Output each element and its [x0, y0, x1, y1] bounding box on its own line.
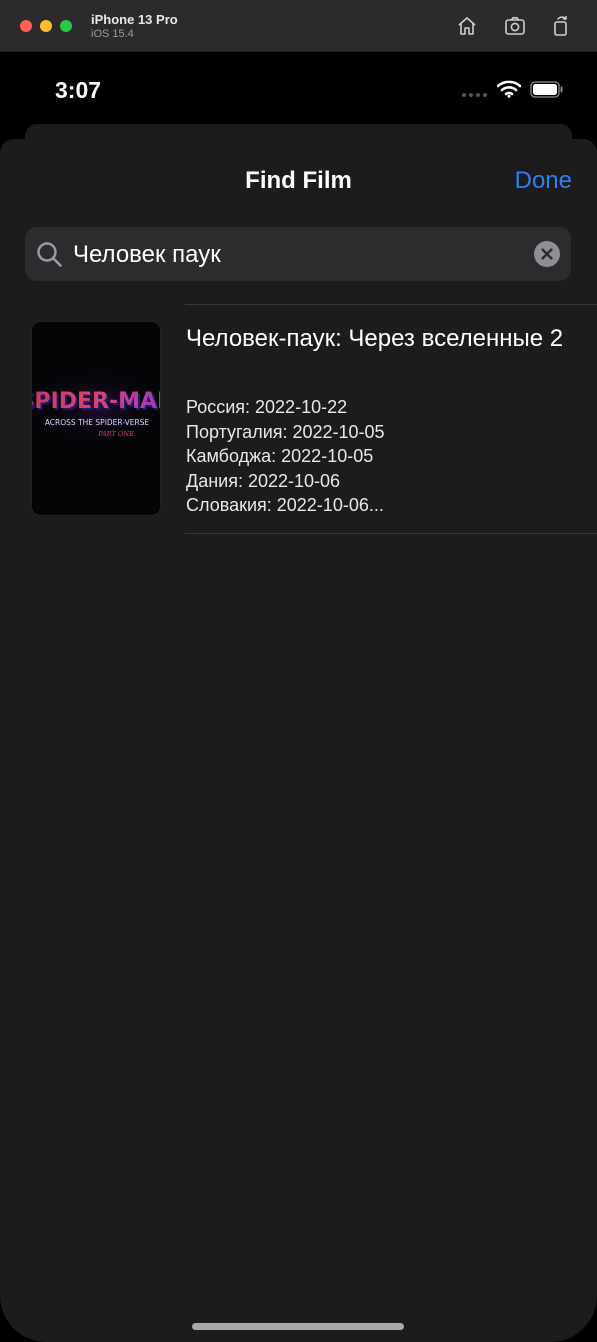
search-input[interactable]: Человек паук	[73, 241, 221, 269]
release-dates-list: Россия: 2022-10-22 Португалия: 2022-10-0…	[186, 395, 385, 518]
release-date-item: Словакия: 2022-10-06...	[186, 495, 384, 515]
screenshot-icon[interactable]	[503, 14, 527, 38]
device-name: iPhone 13 Pro	[91, 12, 178, 27]
search-field[interactable]: Человек паук	[25, 227, 571, 281]
simulator-titlebar: iPhone 13 Pro iOS 15.4	[0, 0, 597, 52]
home-indicator[interactable]	[192, 1323, 404, 1330]
release-date-item: Камбоджа: 2022-10-05	[186, 446, 374, 466]
poster-part-text: PART ONE	[97, 430, 134, 438]
wifi-icon	[496, 80, 522, 98]
film-result-row[interactable]: SPIDER-MAN SPIDER-MAN ACROSS THE SPIDER-…	[0, 305, 597, 533]
find-film-sheet: Find Film Done Человек паук PIDER-MA PID…	[0, 139, 597, 1342]
release-date-item: Португалия: 2022-10-05	[186, 421, 385, 442]
release-date-item: Россия: 2022-10-22	[186, 397, 348, 417]
battery-icon	[530, 81, 564, 98]
film-poster-image: SPIDER-MAN SPIDER-MAN ACROSS THE SPIDER-…	[31, 321, 161, 516]
device-os-version: iOS 15.4	[91, 28, 134, 40]
close-window-button[interactable]	[20, 20, 32, 32]
row-separator	[185, 533, 597, 534]
minimize-window-button[interactable]	[40, 20, 52, 32]
rotate-icon[interactable]	[549, 14, 573, 38]
poster-subtitle-text: ACROSS THE SPIDER-VERSE	[45, 418, 150, 427]
poster-logo-text: SPIDER-MAN	[32, 389, 161, 414]
film-title: Человек-паук: Через вселенные 2	[186, 325, 564, 352]
done-button[interactable]: Done	[515, 167, 572, 195]
home-icon[interactable]	[455, 14, 479, 38]
simulator-window: iPhone 13 Pro iOS 15.4 3:07 Find Film Do…	[0, 0, 597, 1342]
clear-search-icon[interactable]	[534, 241, 560, 267]
search-icon	[36, 241, 63, 268]
zoom-window-button[interactable]	[60, 20, 72, 32]
release-date-item: Дания: 2022-10-06	[186, 470, 341, 491]
signal-dots-icon	[462, 93, 487, 97]
status-time: 3:07	[55, 77, 102, 103]
sheet-title: Find Film	[245, 167, 352, 194]
